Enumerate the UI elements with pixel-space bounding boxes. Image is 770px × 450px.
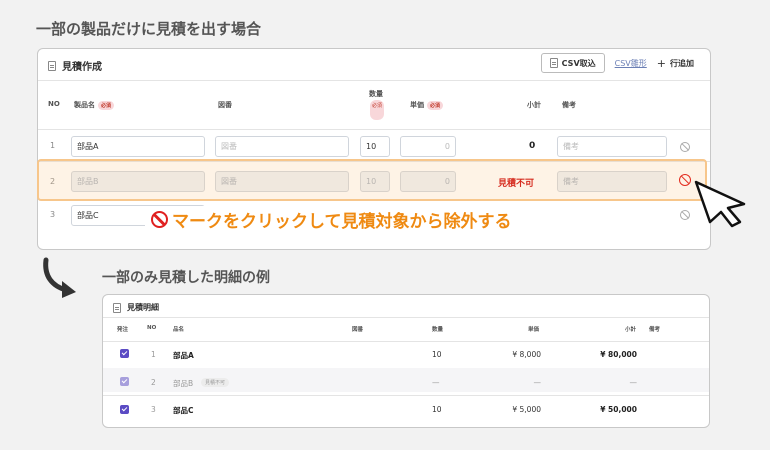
form-toolbar: CSV取込 CSV雛形 + 行追加 <box>540 53 694 73</box>
detail-title: 見積明細 <box>113 302 159 313</box>
qty-input[interactable]: 10 <box>360 136 390 157</box>
add-row-label: 行追加 <box>670 58 694 68</box>
row-number: 1 <box>50 141 56 150</box>
remarks-input[interactable]: 備考 <box>557 136 667 157</box>
header-drawing: 図番 <box>218 101 232 109</box>
header-qty: 数量 <box>432 327 444 333</box>
product-name: 部品A <box>173 351 194 360</box>
subtotal-value: ¥ 80,000 <box>600 350 637 359</box>
header-qty: 数量 <box>369 90 383 98</box>
exclude-icon[interactable] <box>680 210 690 220</box>
section-heading-bottom: 一部のみ見積した明細の例 <box>102 270 270 286</box>
document-icon <box>113 302 121 313</box>
callout-text: マークをクリックして見積対象から除外する <box>172 212 512 232</box>
unit-price-value: ¥ 5,000 <box>512 405 541 414</box>
csv-import-label: CSV取込 <box>561 58 596 68</box>
row-number: 1 <box>151 350 156 359</box>
not-quotable-badge: 見積不可 <box>201 378 230 387</box>
csv-template-link[interactable]: CSV雛形 <box>615 58 647 69</box>
required-badge: 必須 <box>98 100 115 110</box>
section-heading-top: 一部の製品だけに見積を出す場合 <box>36 20 262 38</box>
unit-price-input[interactable]: 0 <box>400 136 456 157</box>
header-subtotal: 小計 <box>527 101 541 109</box>
mouse-pointer-icon <box>694 180 746 228</box>
product-name: 部品B <box>173 379 194 388</box>
qty-value: — <box>432 378 440 387</box>
unit-price-value: — <box>533 378 542 387</box>
add-row-button[interactable]: + 行追加 <box>657 57 694 70</box>
divider <box>103 395 709 396</box>
order-checkbox[interactable] <box>120 349 129 358</box>
divider <box>38 129 710 130</box>
detail-title-text: 見積明細 <box>127 303 159 312</box>
header-order: 発注 <box>117 327 129 333</box>
row-number: 2 <box>151 378 156 387</box>
unit-price-value: ¥ 8,000 <box>512 350 541 359</box>
exclude-icon[interactable] <box>680 142 690 152</box>
header-unit-price: 単価 <box>528 327 540 333</box>
order-checkbox[interactable] <box>120 377 129 386</box>
divider <box>103 317 709 318</box>
row-number: 3 <box>151 405 156 414</box>
qty-required-badge: 必須 <box>370 100 384 120</box>
excluded-row-highlight <box>37 159 707 201</box>
header-drawing: 図番 <box>352 327 364 333</box>
subtotal-value: 0 <box>529 141 536 151</box>
csv-import-button[interactable]: CSV取込 <box>540 53 605 73</box>
subtotal-value: — <box>629 378 638 387</box>
header-unit-price: 単価 必須 <box>410 100 444 110</box>
form-title: 見積作成 <box>48 58 102 73</box>
subtotal-value: ¥ 50,000 <box>600 405 637 414</box>
divider <box>38 80 710 81</box>
row-number: 3 <box>50 210 56 219</box>
product-name: 部品C <box>173 406 194 415</box>
drawing-input[interactable]: 図番 <box>215 136 349 157</box>
header-no: NO <box>147 325 157 331</box>
curved-arrow-icon <box>43 257 76 298</box>
csv-file-icon <box>549 58 558 68</box>
order-checkbox[interactable] <box>120 405 129 414</box>
header-subtotal: 小計 <box>625 327 637 333</box>
prohibition-icon <box>151 211 168 228</box>
header-product: 製品名 必須 <box>74 100 115 110</box>
estimate-detail-panel: 見積明細 発注 NO 品名 図番 数量 単価 小計 備考 1 部品A 10 ¥ … <box>102 294 710 428</box>
exclude-callout: マークをクリックして見積対象から除外する <box>145 206 518 233</box>
form-title-text: 見積作成 <box>62 62 102 73</box>
header-product: 品名 <box>173 327 185 333</box>
header-remarks: 備考 <box>562 101 576 109</box>
header-no: NO <box>48 100 60 108</box>
header-remarks: 備考 <box>649 327 661 333</box>
divider <box>103 341 709 342</box>
qty-value: 10 <box>432 350 442 359</box>
qty-value: 10 <box>432 405 442 414</box>
plus-icon: + <box>656 56 666 70</box>
document-icon <box>48 60 56 71</box>
required-badge: 必須 <box>427 100 444 110</box>
product-input[interactable]: 部品A <box>71 136 205 157</box>
